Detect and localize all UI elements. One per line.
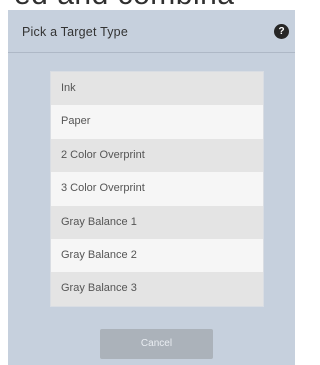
list-item-paper[interactable]: Paper — [51, 105, 263, 139]
list-item-gray-balance-2[interactable]: Gray Balance 2 — [51, 238, 263, 273]
list-item-gray-balance-1[interactable]: Gray Balance 1 — [51, 205, 263, 239]
target-type-dialog: Pick a Target Type ? Ink Paper 2 Color O… — [8, 10, 295, 365]
list-item-3-color-overprint[interactable]: 3 Color Overprint — [51, 172, 263, 206]
help-icon[interactable]: ? — [274, 24, 289, 39]
target-type-list: Ink Paper 2 Color Overprint 3 Color Over… — [51, 72, 263, 306]
list-item-2-color-overprint[interactable]: 2 Color Overprint — [51, 138, 263, 173]
background-heading-text: ed and combina — [14, 0, 235, 10]
background-page-text: ed and combina — [0, 0, 295, 10]
dialog-title: Pick a Target Type — [22, 25, 128, 39]
list-item-gray-balance-3[interactable]: Gray Balance 3 — [51, 272, 263, 306]
cancel-button[interactable]: Cancel — [100, 329, 213, 359]
list-item-ink[interactable]: Ink — [51, 72, 263, 106]
dialog-header: Pick a Target Type ? — [8, 10, 295, 53]
